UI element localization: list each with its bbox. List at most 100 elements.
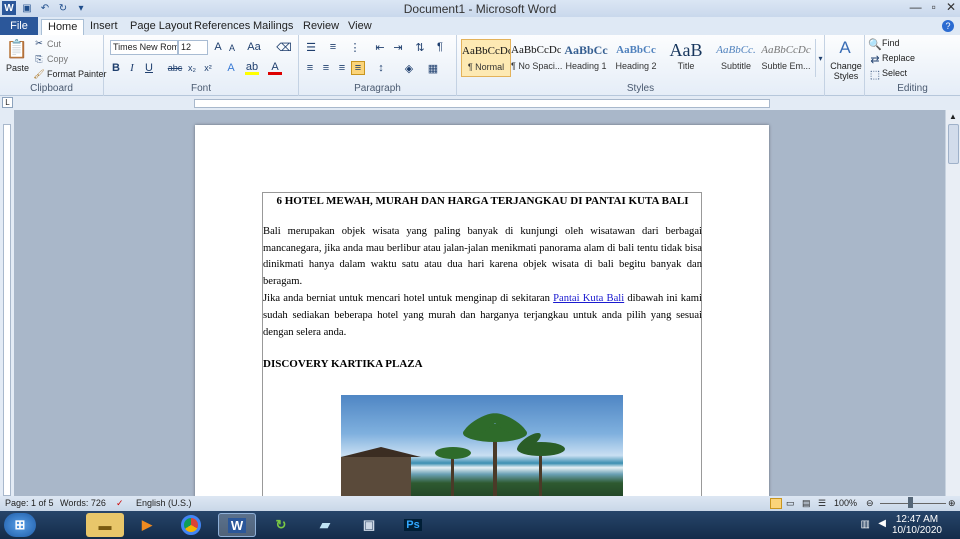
- tab-selector-icon[interactable]: L: [2, 97, 13, 108]
- shading-icon[interactable]: ◈: [401, 61, 417, 75]
- format-painter-button[interactable]: Format Painter: [47, 69, 107, 79]
- notes-taskbar-icon[interactable]: ▰: [306, 513, 344, 537]
- find-button[interactable]: Find: [882, 38, 900, 48]
- sort-icon[interactable]: ⇅: [413, 40, 427, 54]
- select-button[interactable]: Select: [882, 68, 907, 78]
- paste-button[interactable]: Paste: [6, 63, 29, 73]
- font-color-icon[interactable]: A: [268, 61, 282, 75]
- multilevel-list-icon[interactable]: ⋮: [347, 40, 363, 54]
- close-button[interactable]: ✕: [946, 0, 956, 14]
- maximize-button[interactable]: ▫: [932, 0, 936, 14]
- horizontal-ruler[interactable]: [194, 99, 770, 108]
- title-bar: W ▣ ↶ ↻ ▾ Document1 - Microsoft Word — ▫…: [0, 0, 960, 17]
- clear-formatting-icon[interactable]: ⌫: [276, 40, 292, 54]
- show-marks-icon[interactable]: ¶: [433, 40, 447, 54]
- language[interactable]: English (U.S.): [136, 498, 192, 508]
- subscript-icon[interactable]: x₂: [186, 61, 198, 75]
- media-player-taskbar-icon[interactable]: ▶: [128, 513, 166, 537]
- style-subtle-emphasis[interactable]: AaBbCcDc Subtle Em...: [761, 39, 811, 77]
- word-count[interactable]: Words: 726: [60, 498, 106, 508]
- change-styles-button[interactable]: Change Styles: [828, 61, 864, 81]
- clock[interactable]: 12:47 AM 10/10/2020: [892, 514, 942, 536]
- chrome-taskbar-icon[interactable]: [172, 513, 210, 537]
- styles-scroll-icon[interactable]: ▾: [815, 39, 825, 77]
- find-icon: 🔍: [868, 38, 882, 51]
- style-subtitle[interactable]: AaBbCc. Subtitle: [711, 39, 761, 77]
- text-effects-icon[interactable]: A: [224, 61, 238, 75]
- tab-insert[interactable]: Insert: [84, 19, 124, 35]
- vertical-ruler[interactable]: [0, 110, 14, 496]
- pantai-kuta-link[interactable]: Pantai Kuta Bali: [553, 293, 624, 304]
- shrink-font-icon[interactable]: A: [226, 41, 238, 55]
- scroll-thumb[interactable]: [948, 124, 959, 164]
- style-name: Title: [677, 61, 695, 71]
- style-normal[interactable]: AaBbCcDc ¶ Normal: [461, 39, 511, 77]
- document-body[interactable]: 6 HOTEL MEWAH, MURAH DAN HARGA TERJANGKA…: [263, 193, 702, 373]
- volume-icon[interactable]: ◀: [878, 518, 886, 529]
- proofing-icon[interactable]: ✓: [116, 498, 124, 509]
- decrease-indent-icon[interactable]: ⇤: [373, 40, 387, 54]
- tab-review[interactable]: Review: [297, 19, 345, 35]
- font-name-box[interactable]: Times New Rom: [110, 40, 178, 55]
- underline-icon[interactable]: U: [143, 61, 155, 75]
- style-heading-2[interactable]: AaBbCc Heading 2: [611, 39, 661, 77]
- italic-icon[interactable]: I: [126, 61, 138, 75]
- change-case-icon[interactable]: Aa: [246, 40, 262, 54]
- windows-icon: ⊞: [14, 517, 26, 532]
- paragraph-1: Bali merupakan objek wisata yang paling …: [263, 225, 702, 288]
- zoom-in-icon[interactable]: ⊕: [948, 498, 956, 509]
- cut-button[interactable]: Cut: [47, 39, 61, 49]
- grow-font-icon[interactable]: A: [212, 40, 224, 54]
- outline-icon[interactable]: ☰: [818, 498, 826, 509]
- borders-icon[interactable]: ▦: [425, 61, 441, 75]
- page-count[interactable]: Page: 1 of 5: [5, 498, 54, 508]
- network-icon[interactable]: ▥: [861, 519, 870, 530]
- font-size-box[interactable]: 12: [178, 40, 208, 55]
- zoom-slider[interactable]: [880, 503, 946, 504]
- tab-home[interactable]: Home: [41, 19, 85, 35]
- highlight-icon[interactable]: ab: [245, 61, 259, 75]
- zoom-thumb[interactable]: [908, 497, 913, 508]
- replace-icon: ⇄: [870, 53, 880, 66]
- full-screen-icon[interactable]: ▭: [786, 498, 795, 509]
- change-styles-icon[interactable]: A: [835, 38, 855, 58]
- tab-page-layout[interactable]: Page Layout: [124, 19, 198, 35]
- align-center-icon[interactable]: ≡: [319, 61, 333, 75]
- tab-file[interactable]: File: [0, 17, 38, 35]
- align-left-icon[interactable]: ≡: [303, 61, 317, 75]
- increase-indent-icon[interactable]: ⇥: [391, 40, 405, 54]
- word-taskbar-icon[interactable]: W: [218, 513, 256, 537]
- justify-icon[interactable]: ≡: [351, 61, 365, 75]
- bullets-icon[interactable]: ☰: [303, 40, 319, 54]
- copy-button[interactable]: Copy: [47, 54, 68, 64]
- app-taskbar-icon[interactable]: ↻: [262, 513, 300, 537]
- clipboard-group: 📋 Paste ✂ Cut ⎘ Copy 🖌 Format Painter Cl…: [0, 35, 107, 96]
- replace-button[interactable]: Replace: [882, 53, 915, 63]
- print-layout-icon[interactable]: [770, 498, 782, 509]
- hotel-beach-photo[interactable]: [341, 395, 623, 505]
- style-no-spacing[interactable]: AaBbCcDc ¶ No Spaci...: [511, 39, 562, 77]
- align-right-icon[interactable]: ≡: [335, 61, 349, 75]
- superscript-icon[interactable]: x²: [202, 61, 214, 75]
- vertical-scrollbar[interactable]: ▲: [945, 110, 960, 496]
- paint-taskbar-icon[interactable]: ▣: [350, 513, 388, 537]
- explorer-taskbar-icon[interactable]: ▬: [86, 513, 124, 537]
- minimize-button[interactable]: —: [910, 0, 922, 14]
- scroll-up-icon[interactable]: ▲: [949, 112, 957, 121]
- styles-group: AaBbCcDc ¶ Normal AaBbCcDc ¶ No Spaci... A…: [457, 35, 825, 96]
- style-title[interactable]: AaB Title: [661, 39, 711, 77]
- line-spacing-icon[interactable]: ↕: [373, 61, 389, 75]
- numbering-icon[interactable]: ≡: [325, 40, 341, 54]
- zoom-level[interactable]: 100%: [834, 498, 857, 508]
- help-icon[interactable]: ?: [942, 20, 954, 32]
- tab-mailings[interactable]: Mailings: [247, 19, 299, 35]
- strikethrough-icon[interactable]: abc: [168, 61, 183, 75]
- web-layout-icon[interactable]: ▤: [802, 498, 811, 509]
- start-button[interactable]: ⊞: [4, 513, 36, 537]
- paste-icon[interactable]: 📋: [6, 37, 28, 61]
- bold-icon[interactable]: B: [110, 61, 122, 75]
- style-heading-1[interactable]: AaBbCc Heading 1: [561, 39, 611, 77]
- photoshop-taskbar-icon[interactable]: Ps: [394, 513, 432, 537]
- zoom-out-icon[interactable]: ⊖: [866, 498, 874, 509]
- tab-view[interactable]: View: [342, 19, 378, 35]
